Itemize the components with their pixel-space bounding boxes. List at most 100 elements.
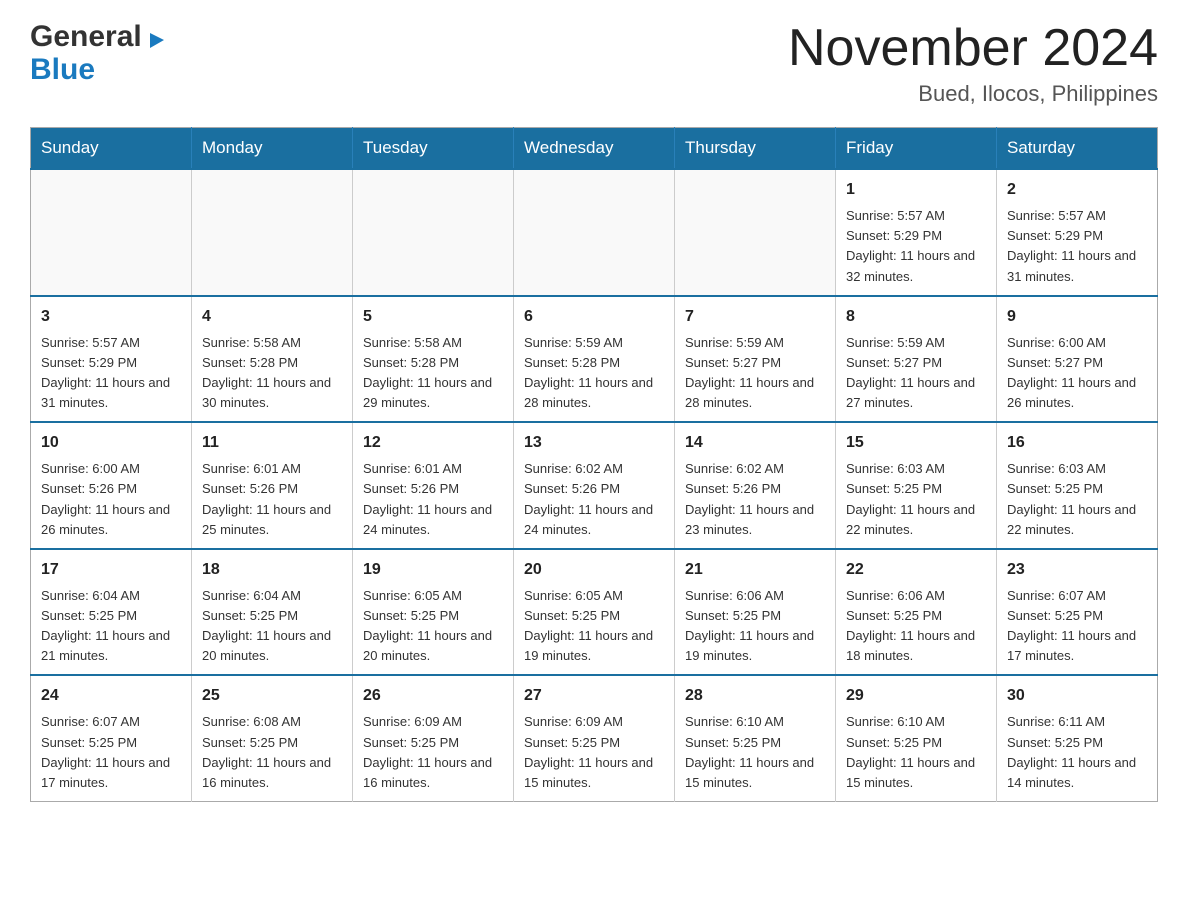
calendar-day-cell: 15 Sunrise: 6:03 AM Sunset: 5:25 PM Dayli… bbox=[836, 422, 997, 549]
day-info: Sunrise: 6:09 AM Sunset: 5:25 PM Dayligh… bbox=[524, 714, 653, 789]
logo-general-text: General bbox=[30, 20, 142, 53]
day-info: Sunrise: 6:04 AM Sunset: 5:25 PM Dayligh… bbox=[202, 588, 331, 663]
calendar-day-cell: 18 Sunrise: 6:04 AM Sunset: 5:25 PM Dayli… bbox=[192, 549, 353, 676]
day-info: Sunrise: 6:06 AM Sunset: 5:25 PM Dayligh… bbox=[846, 588, 975, 663]
calendar-day-cell: 4 Sunrise: 5:58 AM Sunset: 5:28 PM Daylig… bbox=[192, 296, 353, 423]
day-number: 13 bbox=[524, 431, 664, 455]
calendar-day-header: Wednesday bbox=[514, 128, 675, 170]
day-info: Sunrise: 6:05 AM Sunset: 5:25 PM Dayligh… bbox=[524, 588, 653, 663]
day-number: 12 bbox=[363, 431, 503, 455]
day-info: Sunrise: 5:59 AM Sunset: 5:28 PM Dayligh… bbox=[524, 335, 653, 410]
day-info: Sunrise: 5:57 AM Sunset: 5:29 PM Dayligh… bbox=[846, 208, 975, 283]
day-info: Sunrise: 6:03 AM Sunset: 5:25 PM Dayligh… bbox=[1007, 461, 1136, 536]
calendar-day-header: Thursday bbox=[675, 128, 836, 170]
day-info: Sunrise: 5:58 AM Sunset: 5:28 PM Dayligh… bbox=[202, 335, 331, 410]
calendar-day-cell: 7 Sunrise: 5:59 AM Sunset: 5:27 PM Daylig… bbox=[675, 296, 836, 423]
calendar-day-cell: 8Sunrise: 5:59 AM Sunset: 5:27 PM Daylig… bbox=[836, 296, 997, 423]
calendar-day-cell: 2 Sunrise: 5:57 AM Sunset: 5:29 PM Daylig… bbox=[997, 169, 1158, 296]
calendar-day-cell: 17 Sunrise: 6:04 AM Sunset: 5:25 PM Dayli… bbox=[31, 549, 192, 676]
day-number: 9 bbox=[1007, 305, 1147, 329]
day-info: Sunrise: 5:57 AM Sunset: 5:29 PM Dayligh… bbox=[41, 335, 170, 410]
calendar-day-header: Tuesday bbox=[353, 128, 514, 170]
calendar-day-cell: 16Sunrise: 6:03 AM Sunset: 5:25 PM Dayli… bbox=[997, 422, 1158, 549]
day-info: Sunrise: 5:59 AM Sunset: 5:27 PM Dayligh… bbox=[846, 335, 975, 410]
calendar-day-cell: 9 Sunrise: 6:00 AM Sunset: 5:27 PM Daylig… bbox=[997, 296, 1158, 423]
calendar-day-cell: 19 Sunrise: 6:05 AM Sunset: 5:25 PM Dayli… bbox=[353, 549, 514, 676]
month-year-title: November 2024 bbox=[788, 20, 1158, 77]
calendar-day-cell: 11 Sunrise: 6:01 AM Sunset: 5:26 PM Dayli… bbox=[192, 422, 353, 549]
calendar-day-cell: 27 Sunrise: 6:09 AM Sunset: 5:25 PM Dayli… bbox=[514, 675, 675, 801]
calendar-day-header: Saturday bbox=[997, 128, 1158, 170]
day-number: 29 bbox=[846, 684, 986, 708]
calendar-day-cell: 12 Sunrise: 6:01 AM Sunset: 5:26 PM Dayli… bbox=[353, 422, 514, 549]
calendar-day-cell: 21Sunrise: 6:06 AM Sunset: 5:25 PM Dayli… bbox=[675, 549, 836, 676]
calendar-day-cell: 5 Sunrise: 5:58 AM Sunset: 5:28 PM Daylig… bbox=[353, 296, 514, 423]
day-number: 28 bbox=[685, 684, 825, 708]
day-number: 27 bbox=[524, 684, 664, 708]
day-number: 17 bbox=[41, 558, 181, 582]
logo: General Blue bbox=[30, 20, 168, 87]
day-info: Sunrise: 5:57 AM Sunset: 5:29 PM Dayligh… bbox=[1007, 208, 1136, 283]
day-number: 21 bbox=[685, 558, 825, 582]
calendar-day-cell: 26 Sunrise: 6:09 AM Sunset: 5:25 PM Dayli… bbox=[353, 675, 514, 801]
day-info: Sunrise: 6:08 AM Sunset: 5:25 PM Dayligh… bbox=[202, 714, 331, 789]
day-info: Sunrise: 6:10 AM Sunset: 5:25 PM Dayligh… bbox=[685, 714, 814, 789]
calendar-day-cell bbox=[675, 169, 836, 296]
day-info: Sunrise: 6:01 AM Sunset: 5:26 PM Dayligh… bbox=[363, 461, 492, 536]
day-info: Sunrise: 6:07 AM Sunset: 5:25 PM Dayligh… bbox=[1007, 588, 1136, 663]
day-number: 3 bbox=[41, 305, 181, 329]
day-info: Sunrise: 6:05 AM Sunset: 5:25 PM Dayligh… bbox=[363, 588, 492, 663]
day-number: 2 bbox=[1007, 178, 1147, 202]
calendar-week-row: 24Sunrise: 6:07 AM Sunset: 5:25 PM Dayli… bbox=[31, 675, 1158, 801]
calendar-day-cell: 13 Sunrise: 6:02 AM Sunset: 5:26 PM Dayli… bbox=[514, 422, 675, 549]
calendar-table: SundayMondayTuesdayWednesdayThursdayFrid… bbox=[30, 127, 1158, 802]
day-info: Sunrise: 6:03 AM Sunset: 5:25 PM Dayligh… bbox=[846, 461, 975, 536]
calendar-day-cell: 28 Sunrise: 6:10 AM Sunset: 5:25 PM Dayli… bbox=[675, 675, 836, 801]
day-number: 24 bbox=[41, 684, 181, 708]
day-number: 26 bbox=[363, 684, 503, 708]
calendar-day-cell bbox=[353, 169, 514, 296]
calendar-day-header: Monday bbox=[192, 128, 353, 170]
day-number: 6 bbox=[524, 305, 664, 329]
day-number: 23 bbox=[1007, 558, 1147, 582]
calendar-day-header: Sunday bbox=[31, 128, 192, 170]
calendar-day-header: Friday bbox=[836, 128, 997, 170]
calendar-day-cell: 29Sunrise: 6:10 AM Sunset: 5:25 PM Dayli… bbox=[836, 675, 997, 801]
day-info: Sunrise: 5:59 AM Sunset: 5:27 PM Dayligh… bbox=[685, 335, 814, 410]
day-number: 1 bbox=[846, 178, 986, 202]
day-info: Sunrise: 6:02 AM Sunset: 5:26 PM Dayligh… bbox=[685, 461, 814, 536]
calendar-day-cell: 14 Sunrise: 6:02 AM Sunset: 5:26 PM Dayli… bbox=[675, 422, 836, 549]
day-number: 4 bbox=[202, 305, 342, 329]
calendar-day-cell: 3 Sunrise: 5:57 AM Sunset: 5:29 PM Daylig… bbox=[31, 296, 192, 423]
logo-blue-text: Blue bbox=[30, 53, 95, 86]
day-number: 18 bbox=[202, 558, 342, 582]
calendar-day-cell: 1 Sunrise: 5:57 AM Sunset: 5:29 PM Daylig… bbox=[836, 169, 997, 296]
day-info: Sunrise: 6:09 AM Sunset: 5:25 PM Dayligh… bbox=[363, 714, 492, 789]
calendar-day-cell: 22Sunrise: 6:06 AM Sunset: 5:25 PM Dayli… bbox=[836, 549, 997, 676]
day-number: 7 bbox=[685, 305, 825, 329]
day-info: Sunrise: 6:02 AM Sunset: 5:26 PM Dayligh… bbox=[524, 461, 653, 536]
calendar-day-cell bbox=[192, 169, 353, 296]
day-info: Sunrise: 5:58 AM Sunset: 5:28 PM Dayligh… bbox=[363, 335, 492, 410]
title-block: November 2024 Bued, Ilocos, Philippines bbox=[788, 20, 1158, 107]
calendar-day-cell: 24Sunrise: 6:07 AM Sunset: 5:25 PM Dayli… bbox=[31, 675, 192, 801]
day-number: 25 bbox=[202, 684, 342, 708]
day-number: 14 bbox=[685, 431, 825, 455]
day-number: 15 bbox=[846, 431, 986, 455]
day-number: 5 bbox=[363, 305, 503, 329]
calendar-day-cell: 6 Sunrise: 5:59 AM Sunset: 5:28 PM Daylig… bbox=[514, 296, 675, 423]
calendar-day-cell bbox=[514, 169, 675, 296]
calendar-day-cell: 25 Sunrise: 6:08 AM Sunset: 5:25 PM Dayli… bbox=[192, 675, 353, 801]
calendar-week-row: 3 Sunrise: 5:57 AM Sunset: 5:29 PM Daylig… bbox=[31, 296, 1158, 423]
calendar-week-row: 17 Sunrise: 6:04 AM Sunset: 5:25 PM Dayli… bbox=[31, 549, 1158, 676]
day-number: 19 bbox=[363, 558, 503, 582]
page-header: General Blue November 2024 Bued, Ilocos,… bbox=[30, 20, 1158, 107]
day-info: Sunrise: 6:01 AM Sunset: 5:26 PM Dayligh… bbox=[202, 461, 331, 536]
calendar-header-row: SundayMondayTuesdayWednesdayThursdayFrid… bbox=[31, 128, 1158, 170]
location-subtitle: Bued, Ilocos, Philippines bbox=[788, 81, 1158, 107]
day-number: 11 bbox=[202, 431, 342, 455]
calendar-day-cell: 23 Sunrise: 6:07 AM Sunset: 5:25 PM Dayli… bbox=[997, 549, 1158, 676]
day-info: Sunrise: 6:00 AM Sunset: 5:27 PM Dayligh… bbox=[1007, 335, 1136, 410]
day-info: Sunrise: 6:04 AM Sunset: 5:25 PM Dayligh… bbox=[41, 588, 170, 663]
logo-arrow-icon bbox=[146, 31, 168, 53]
